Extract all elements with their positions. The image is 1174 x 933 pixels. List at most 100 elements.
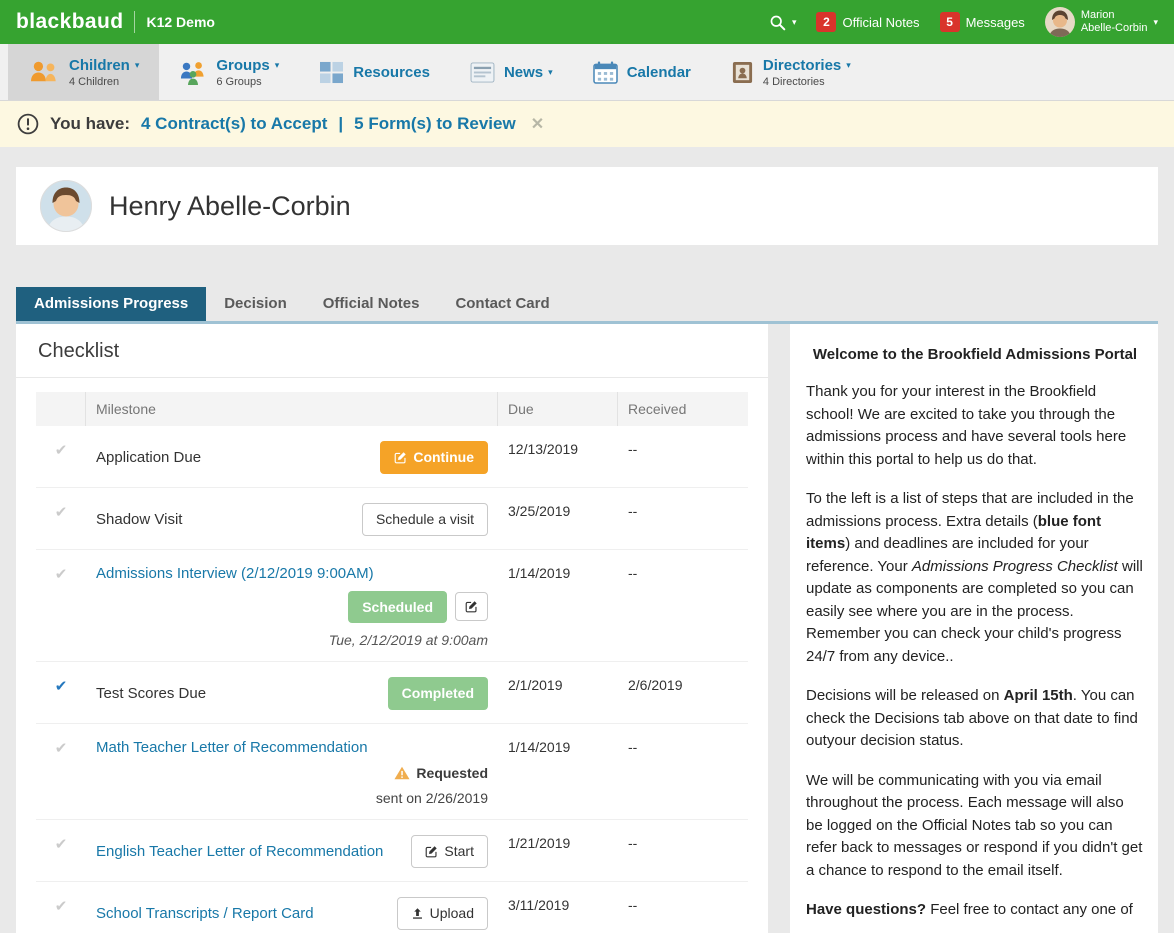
- completed-status-badge: Completed: [388, 677, 488, 710]
- received-value: --: [618, 550, 748, 662]
- avatar: [1045, 7, 1075, 37]
- user-name: Marion Abelle-Corbin: [1081, 9, 1148, 34]
- milestone-label: Application Due: [96, 449, 201, 466]
- tab-contact-card[interactable]: Contact Card: [437, 287, 567, 321]
- chevron-down-icon: ▾: [135, 61, 140, 70]
- nav-item-groups[interactable]: Groups▾ 6 Groups: [159, 44, 299, 100]
- check-icon: ✔: [55, 566, 68, 583]
- top-header-bar: blackbaud K12 Demo ▾ 2 Official Notes 5 …: [0, 0, 1174, 44]
- received-value: --: [618, 488, 748, 549]
- tab-decision[interactable]: Decision: [206, 287, 305, 321]
- notes-label: Official Notes: [842, 15, 919, 30]
- due-value: 1/14/2019: [498, 724, 618, 819]
- received-value: --: [618, 882, 748, 933]
- received-value: --: [618, 426, 748, 487]
- tab-bar: Admissions Progress Decision Official No…: [16, 287, 1158, 321]
- welcome-body: Thank you for your interest in the Brook…: [806, 381, 1144, 922]
- search-icon: [769, 14, 786, 31]
- check-icon: ✔: [55, 898, 68, 915]
- milestone-link[interactable]: Admissions Interview (2/12/2019 9:00AM): [96, 565, 374, 582]
- interview-datetime: Tue, 2/12/2019 at 9:00am: [329, 632, 488, 648]
- checklist-panel: Checklist Milestone Due Received ✔ Appli…: [16, 324, 768, 933]
- checklist-table: Milestone Due Received ✔ Application Due…: [36, 392, 748, 933]
- calendar-icon: [593, 61, 618, 84]
- check-icon: ✔: [55, 678, 68, 695]
- check-icon: ✔: [55, 836, 68, 853]
- welcome-panel: Welcome to the Brookfield Admissions Por…: [790, 324, 1158, 933]
- nav-item-directories[interactable]: Directories▾ 4 Directories: [711, 44, 871, 100]
- checklist-title: Checklist: [38, 340, 746, 363]
- nav-item-children[interactable]: Children▾ 4 Children: [8, 44, 159, 100]
- nav-label: Children: [69, 57, 130, 74]
- edit-interview-button[interactable]: [455, 592, 488, 621]
- info-icon: [17, 113, 39, 135]
- due-value: 3/11/2019: [498, 882, 618, 933]
- table-row: ✔ Shadow Visit Schedule a visit 3/25/201…: [36, 488, 748, 550]
- messages-label: Messages: [966, 15, 1025, 30]
- welcome-paragraph: Thank you for your interest in the Brook…: [806, 381, 1144, 471]
- chevron-down-icon: ▾: [1153, 18, 1158, 27]
- student-avatar: [40, 180, 92, 232]
- tab-admissions-progress[interactable]: Admissions Progress: [16, 287, 206, 321]
- nav-label: Directories: [763, 57, 841, 74]
- messages-count-badge: 5: [940, 12, 960, 32]
- news-icon: [470, 62, 495, 83]
- table-row: ✔ English Teacher Letter of Recommendati…: [36, 820, 748, 882]
- welcome-paragraph: To the left is a list of steps that are …: [806, 488, 1144, 668]
- requested-status: Requested: [394, 765, 488, 781]
- edit-icon: [465, 600, 478, 613]
- start-button[interactable]: Start: [411, 835, 488, 868]
- sent-date-note: sent on 2/26/2019: [376, 790, 488, 806]
- schedule-visit-button[interactable]: Schedule a visit: [362, 503, 488, 536]
- milestone-link[interactable]: English Teacher Letter of Recommendation: [96, 843, 383, 860]
- milestone-link[interactable]: School Transcripts / Report Card: [96, 905, 314, 922]
- tab-official-notes[interactable]: Official Notes: [305, 287, 438, 321]
- user-menu[interactable]: Marion Abelle-Corbin ▾: [1045, 7, 1158, 37]
- page-title: Henry Abelle-Corbin: [109, 191, 351, 222]
- due-value: 12/13/2019: [498, 426, 618, 487]
- nav-label: Calendar: [627, 64, 691, 81]
- children-icon: [28, 59, 60, 85]
- due-value: 3/25/2019: [498, 488, 618, 549]
- nav-item-resources[interactable]: Resources: [299, 44, 450, 100]
- student-profile-card: Henry Abelle-Corbin: [16, 167, 1158, 245]
- upload-icon: [411, 907, 424, 920]
- due-value: 1/14/2019: [498, 550, 618, 662]
- edit-icon: [425, 845, 438, 858]
- due-value: 1/21/2019: [498, 820, 618, 881]
- notes-count-badge: 2: [816, 12, 836, 32]
- welcome-title: Welcome to the Brookfield Admissions Por…: [806, 346, 1144, 363]
- milestone-link[interactable]: Math Teacher Letter of Recommendation: [96, 739, 368, 756]
- continue-button[interactable]: Continue: [380, 441, 488, 474]
- table-row: ✔ Math Teacher Letter of Recommendation …: [36, 724, 748, 820]
- close-icon[interactable]: ✕: [531, 114, 544, 134]
- blackbaud-logo: blackbaud: [16, 10, 123, 34]
- received-value: --: [618, 724, 748, 819]
- edit-icon: [394, 451, 407, 464]
- brand-divider: [134, 11, 135, 33]
- milestone-label: Test Scores Due: [96, 685, 206, 702]
- chevron-down-icon: ▾: [792, 18, 797, 27]
- official-notes-menu[interactable]: 2 Official Notes: [816, 12, 919, 32]
- table-row: ✔ Test Scores Due Completed 2/1/2019 2/6…: [36, 662, 748, 724]
- col-milestone: Milestone: [86, 392, 498, 426]
- due-value: 2/1/2019: [498, 662, 618, 723]
- nav-item-news[interactable]: News ▾: [450, 44, 573, 100]
- received-value: 2/6/2019: [618, 662, 748, 723]
- search-menu[interactable]: ▾: [769, 14, 797, 31]
- nav-label: Resources: [353, 64, 430, 81]
- nav-label: News: [504, 64, 543, 81]
- groups-icon: [179, 59, 207, 85]
- welcome-paragraph: Decisions will be released on April 15th…: [806, 685, 1144, 753]
- upload-button[interactable]: Upload: [397, 897, 488, 930]
- messages-menu[interactable]: 5 Messages: [940, 12, 1025, 32]
- table-row: ✔ Application Due Continue 12/13/2019 --: [36, 426, 748, 488]
- contracts-link[interactable]: 4 Contract(s) to Accept: [141, 114, 327, 134]
- nav-item-calendar[interactable]: Calendar: [573, 44, 711, 100]
- nav-sublabel: 6 Groups: [216, 76, 279, 88]
- col-check: [36, 392, 86, 426]
- warning-icon: [394, 766, 410, 780]
- main-nav: Children▾ 4 Children Groups▾ 6 Groups Re…: [0, 44, 1174, 101]
- chevron-down-icon: ▾: [548, 68, 553, 77]
- forms-link[interactable]: 5 Form(s) to Review: [354, 114, 516, 134]
